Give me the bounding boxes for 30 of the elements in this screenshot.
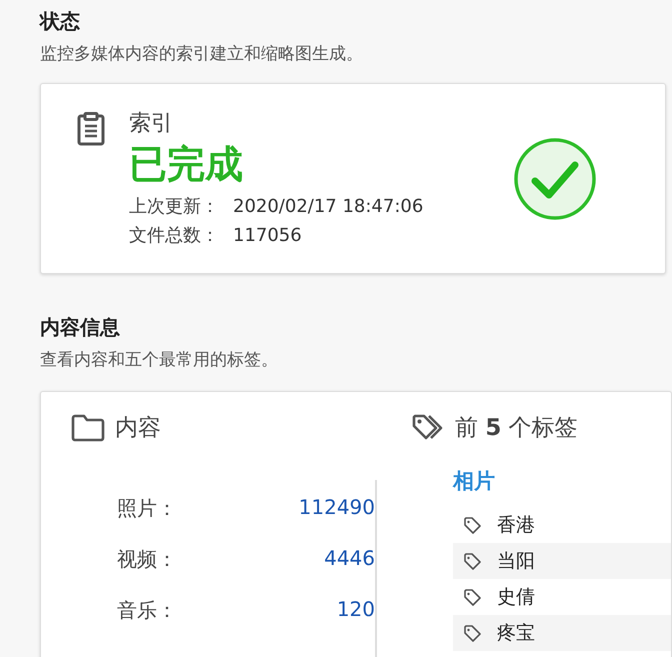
folder-icon: [71, 414, 105, 442]
section-description: 监控多媒体内容的索引建立和缩略图生成。: [40, 43, 364, 65]
status-text: 已完成: [129, 140, 244, 188]
detail-label: 文件总数：: [129, 224, 219, 248]
card-title: 前 5 个标签: [455, 414, 578, 443]
tag-icon: [463, 516, 481, 534]
stat-value[interactable]: 120: [336, 597, 375, 648]
tag-item[interactable]: 疼宝: [453, 615, 671, 651]
card-title: 索引: [129, 110, 174, 138]
section-description: 查看内容和五个最常用的标签。: [40, 349, 279, 371]
tag-item[interactable]: 香港: [453, 507, 671, 543]
clipboard-icon: [77, 112, 105, 146]
stat-label: 照片：: [117, 495, 177, 522]
tag-item[interactable]: 史倩: [453, 579, 671, 615]
stat-label: 视频：: [117, 546, 177, 573]
tag-icon: [463, 552, 481, 570]
tag-item[interactable]: 当阳: [453, 543, 671, 579]
tag-icon: [463, 624, 481, 642]
card-title: 内容: [115, 414, 161, 443]
tag-icon: [463, 588, 481, 606]
detail-value: 2020/02/17 18:47:06: [233, 194, 424, 218]
detail-label: 上次更新：: [129, 194, 219, 218]
detail-value: 117056: [233, 224, 302, 248]
tags-icon: [411, 412, 445, 442]
tag-category-link[interactable]: 相片: [453, 467, 671, 495]
section-title: 内容信息: [40, 314, 121, 340]
stat-value[interactable]: 112490: [298, 495, 375, 546]
stat-label: 音乐：: [117, 597, 177, 624]
section-title: 状态: [40, 8, 81, 34]
stat-value[interactable]: 4446: [324, 546, 375, 597]
